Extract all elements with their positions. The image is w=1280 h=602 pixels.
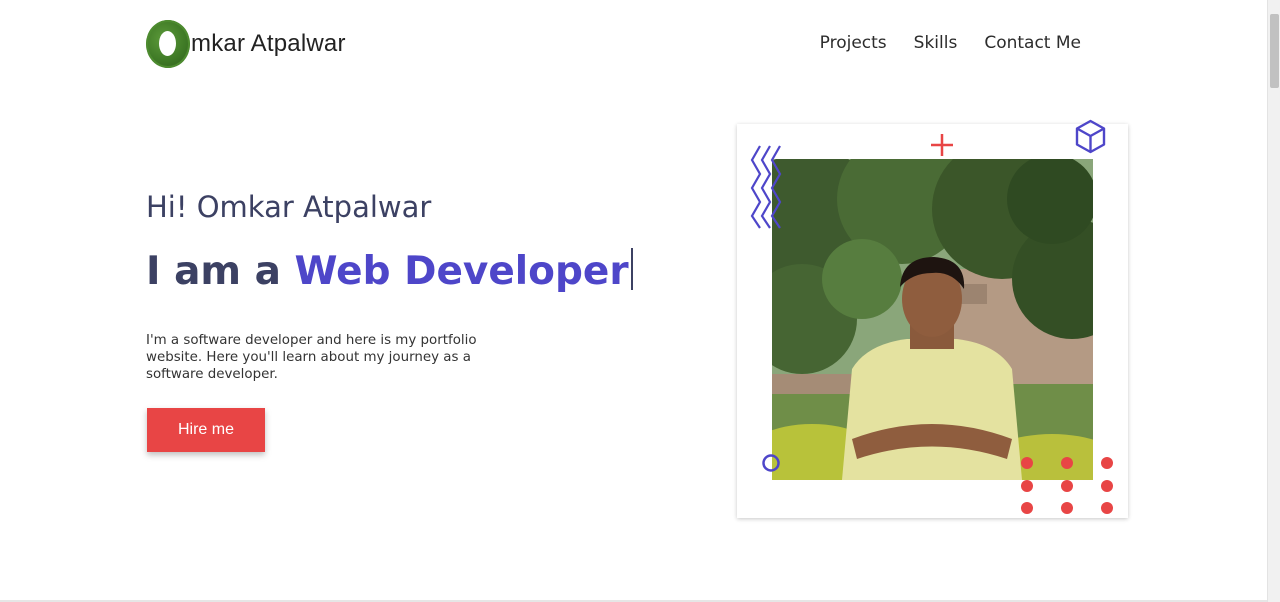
page-scrollbar[interactable] <box>1267 0 1280 602</box>
plus-icon <box>931 134 953 156</box>
logo-text: mkar Atpalwar <box>191 30 346 57</box>
role-highlight: Web Developer <box>294 249 629 294</box>
scrollbar-thumb[interactable] <box>1270 14 1279 88</box>
zigzag-icon <box>750 145 782 229</box>
role-prefix: I am a <box>146 249 295 294</box>
nav-link-contact[interactable]: Contact Me <box>984 33 1081 53</box>
hire-me-button[interactable]: Hire me <box>147 408 265 452</box>
leaf-o-logo-icon <box>146 20 190 68</box>
cube-icon <box>1075 119 1106 154</box>
profile-photo <box>772 159 1093 480</box>
typing-caret <box>630 248 633 290</box>
hero-role: I am a Web Developer <box>146 248 633 294</box>
ring-icon <box>762 454 780 472</box>
hero-greeting: Hi! Omkar Atpalwar <box>146 190 432 224</box>
site-logo[interactable]: mkar Atpalwar <box>146 20 346 68</box>
dot-grid-icon <box>1021 457 1113 514</box>
nav-link-skills[interactable]: Skills <box>914 33 958 53</box>
top-navbar: mkar Atpalwar Projects Skills Contact Me <box>0 0 1267 90</box>
nav-link-projects[interactable]: Projects <box>820 33 887 53</box>
nav-links: Projects Skills Contact Me <box>820 33 1081 53</box>
hero-bio: I'm a software developer and here is my … <box>146 333 477 382</box>
